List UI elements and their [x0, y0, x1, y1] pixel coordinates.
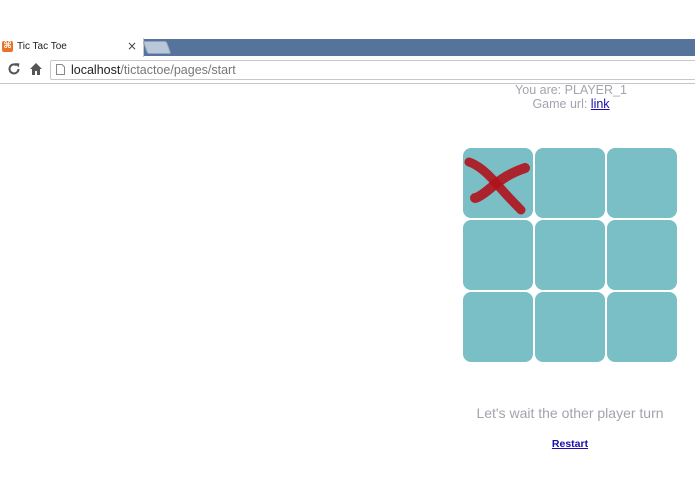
- x-mark-icon: [464, 157, 530, 215]
- page-icon: [56, 64, 65, 75]
- browser-toolbar: localhost/tictactoe/pages/start: [0, 57, 695, 84]
- board-cell[interactable]: [535, 292, 605, 362]
- url-text: localhost/tictactoe/pages/start: [71, 63, 236, 77]
- board-cell[interactable]: [535, 148, 605, 218]
- board-cell[interactable]: [463, 148, 533, 218]
- tab-strip-background: [140, 39, 695, 56]
- favicon-icon: ⌘: [2, 41, 13, 52]
- player-info: You are: PLAYER_1 Game url: link: [471, 83, 671, 111]
- address-bar[interactable]: localhost/tictactoe/pages/start: [50, 60, 695, 80]
- tab-title: Tic Tac Toe: [17, 41, 67, 52]
- board-cell[interactable]: [607, 220, 677, 290]
- board-cell[interactable]: [535, 220, 605, 290]
- board-cell[interactable]: [463, 292, 533, 362]
- game-url-line: Game url: link: [532, 97, 610, 111]
- game-board: [463, 148, 679, 364]
- status-message: Let's wait the other player turn: [476, 405, 664, 421]
- game-url-link[interactable]: link: [591, 97, 610, 111]
- board-cell[interactable]: [607, 292, 677, 362]
- restart-link[interactable]: Restart: [520, 438, 620, 450]
- tab-close-icon[interactable]: ×: [127, 39, 137, 53]
- board-cell[interactable]: [607, 148, 677, 218]
- player-name: PLAYER_1: [564, 83, 627, 97]
- home-icon[interactable]: [28, 61, 44, 77]
- player-line: You are: PLAYER_1: [515, 83, 627, 97]
- browser-tab[interactable]: ⌘ Tic Tac Toe ×: [0, 38, 144, 57]
- reload-icon[interactable]: [6, 61, 22, 77]
- new-tab-button[interactable]: [142, 41, 172, 54]
- board-cell[interactable]: [463, 220, 533, 290]
